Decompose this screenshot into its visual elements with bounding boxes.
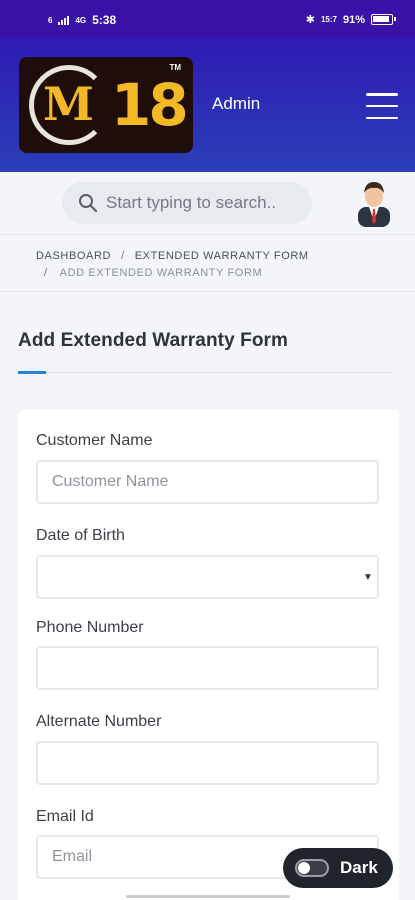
battery-percent: 91% — [342, 13, 365, 26]
warranty-form: Customer Name Date of Birth ▼ Phone Numb… — [18, 410, 399, 900]
battery-icon — [371, 14, 396, 25]
dark-mode-label: Dark — [340, 858, 378, 877]
search-input[interactable] — [106, 182, 306, 224]
title-accent-bar — [18, 371, 46, 374]
breadcrumb-row: / ADD EXTENDED WARRANTY FORM — [44, 267, 262, 279]
m18-logo[interactable]: M 18 TM — [19, 57, 193, 153]
chevron-down-icon: ▼ — [363, 572, 373, 583]
breadcrumb-current: ADD EXTENDED WARRANTY FORM — [59, 267, 263, 279]
status-left: 6 4G 5:38 — [48, 13, 116, 27]
home-indicator[interactable] — [126, 895, 290, 898]
page-title: Add Extended Warranty Form — [18, 330, 289, 351]
breadcrumb-dashboard-link[interactable]: DASHBOARD — [36, 250, 111, 262]
breadcrumb: DASHBOARD / EXTENDED WARRANTY FORM / ADD… — [0, 234, 415, 292]
phone-number-label: Phone Number — [36, 619, 144, 636]
breadcrumb-separator: / — [121, 250, 125, 262]
alternate-number-label: Alternate Number — [36, 713, 162, 730]
search-strip — [0, 172, 415, 234]
breadcrumb-extended-warranty-link[interactable]: EXTENDED WARRANTY FORM — [135, 250, 309, 262]
customer-name-label: Customer Name — [36, 432, 153, 449]
status-small-text: 6 — [48, 15, 53, 25]
title-divider — [18, 372, 393, 373]
search-box[interactable] — [62, 182, 312, 224]
breadcrumb-separator: / — [44, 267, 48, 279]
alternate-number-input[interactable] — [36, 741, 379, 785]
dark-mode-toggle[interactable]: Dark — [283, 848, 393, 888]
network-label: 4G — [75, 15, 87, 25]
status-time: 5:38 — [92, 13, 117, 27]
breadcrumb-row: DASHBOARD / EXTENDED WARRANTY FORM — [36, 250, 309, 262]
status-right-small: 15:7 — [320, 15, 337, 24]
signal-icon — [58, 15, 70, 25]
menu-line-icon — [366, 93, 398, 96]
status-right: ✱ 15:7 91% — [305, 13, 396, 26]
toggle-switch[interactable] — [295, 859, 329, 877]
user-role-label: Admin — [212, 94, 261, 113]
date-of-birth-select[interactable] — [36, 555, 379, 599]
phone-number-input[interactable] — [36, 646, 379, 690]
bluetooth-icon: ✱ — [305, 14, 315, 26]
app-header: M 18 TM Admin — [0, 38, 415, 172]
menu-line-icon — [366, 104, 398, 108]
logo-trademark: TM — [169, 63, 181, 72]
logo-letter: M — [43, 77, 94, 131]
logo-number: 18 — [111, 71, 189, 139]
user-avatar[interactable] — [352, 177, 396, 227]
hamburger-menu-button[interactable] — [366, 93, 398, 119]
status-bar: 6 4G 5:38 ✱ 15:7 91% — [0, 0, 415, 38]
date-of-birth-label: Date of Birth — [36, 527, 125, 544]
email-id-label: Email Id — [36, 808, 94, 825]
customer-name-input[interactable] — [36, 460, 379, 504]
toggle-knob — [298, 862, 310, 874]
menu-line-icon — [366, 116, 398, 119]
search-icon — [79, 194, 98, 213]
